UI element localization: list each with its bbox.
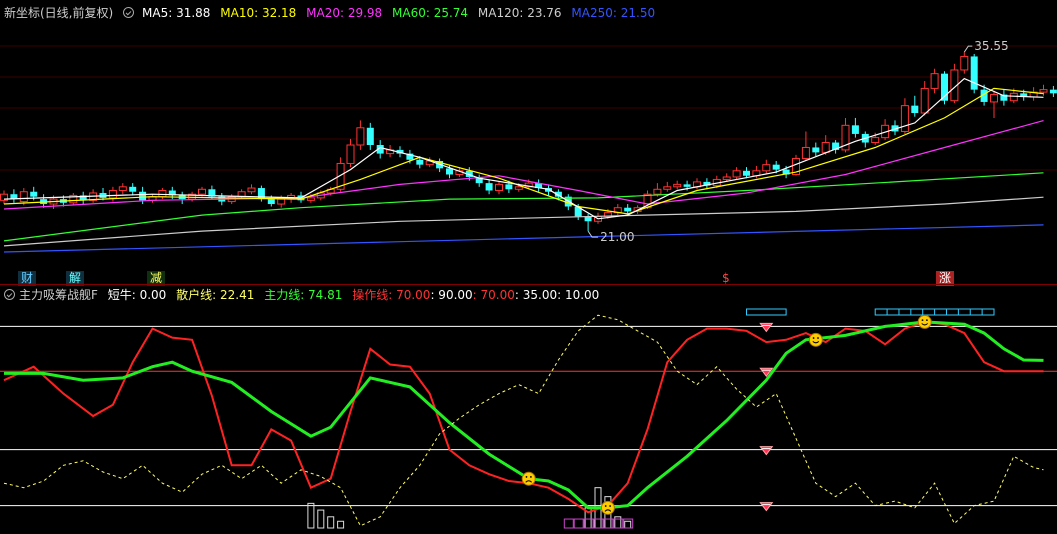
candle-body — [970, 56, 978, 90]
candle-body — [306, 197, 315, 201]
candle-body — [505, 184, 513, 190]
candle-body — [139, 191, 147, 201]
candle-body — [1039, 89, 1048, 93]
candle-body — [485, 183, 493, 191]
series-line-操作线 — [3, 320, 1044, 514]
candle-body — [118, 186, 127, 192]
candle-body — [158, 190, 167, 198]
settings-icon-lower[interactable] — [4, 289, 15, 300]
sad-face-icon-eye — [604, 505, 607, 507]
candle-body — [772, 164, 780, 170]
diamond-icon — [759, 502, 774, 512]
candle-body — [990, 94, 998, 103]
volume-bar — [624, 520, 632, 529]
sad-face-icon-eye — [609, 505, 611, 507]
candle-body — [743, 170, 750, 176]
candle-body — [812, 147, 820, 153]
candle-body — [762, 164, 771, 172]
high-pointer — [963, 45, 973, 53]
ma60-label: MA60: 25.74 — [392, 6, 469, 20]
bottom-header: 主力吸筹战舰F 短牛: 0.00 散户线: 22.41 主力线: 74.81 操… — [0, 286, 605, 304]
candle-body — [930, 73, 939, 89]
candle-body — [900, 105, 909, 132]
ma120-label: MA120: 23.76 — [477, 6, 562, 20]
pane-separator — [0, 284, 1057, 285]
candle-body — [277, 198, 286, 205]
candle-body — [514, 186, 523, 190]
settings-icon[interactable] — [123, 7, 135, 18]
ma250-label: MA250: 21.50 — [571, 6, 656, 20]
diamond-icon — [759, 322, 774, 333]
level-70-label: : 70.00 — [472, 288, 515, 302]
candle-body — [19, 191, 28, 203]
candle-body — [1049, 89, 1057, 94]
ma-line-ma250 — [3, 224, 1044, 253]
candle-body — [356, 127, 365, 146]
signal-box — [746, 308, 787, 316]
candle-body — [366, 127, 374, 145]
candle-body — [446, 168, 453, 175]
smile-face-icon-eye — [817, 337, 819, 339]
level-10-label: : 10.00 — [557, 288, 600, 302]
candle-body — [495, 183, 503, 192]
candle-body — [722, 176, 731, 180]
candle-body — [198, 188, 206, 195]
level-90-label: : 90.00 — [430, 288, 473, 302]
volume-bar — [327, 516, 335, 529]
chart-canvas: 35.55 21.00 — [0, 39, 1057, 529]
ma5-label: MA5: 31.88 — [142, 6, 211, 20]
zhuli-label: 主力线: 74.81 — [264, 288, 343, 302]
candle-body — [801, 146, 810, 160]
sad-face-icon-eye — [530, 476, 532, 478]
candle-body — [663, 186, 672, 190]
candle-body — [267, 199, 275, 205]
smile-face-icon-eye — [812, 337, 815, 339]
candle-body — [247, 187, 256, 193]
candle-body — [30, 191, 38, 197]
ma10-label: MA10: 32.18 — [220, 6, 297, 20]
candle-body — [960, 55, 969, 71]
candle-body — [346, 144, 355, 164]
sad-face-icon — [600, 500, 615, 515]
smile-face-icon — [808, 332, 823, 347]
candle-body — [416, 159, 424, 165]
duanniu-label: 短牛: 0.00 — [107, 288, 167, 302]
ma20-label: MA20: 29.98 — [306, 6, 383, 20]
low-price-label: 21.00 — [600, 230, 634, 244]
accumulation-bar — [573, 518, 584, 529]
smile-face-icon-eye — [926, 319, 928, 322]
top-title: 新坐标(日线,前复权) — [4, 6, 114, 20]
candle-body — [129, 186, 137, 192]
ma-line-ma5 — [3, 77, 1044, 220]
candle-body — [911, 105, 919, 114]
sad-face-icon-eye — [525, 476, 528, 478]
candle-body — [732, 170, 741, 178]
volume-bar — [614, 516, 622, 529]
sanhu-label: 散户线: 22.41 — [176, 288, 255, 302]
high-price-label: 35.55 — [974, 39, 1008, 53]
candle-body — [1009, 92, 1018, 102]
candle-body — [683, 184, 691, 187]
candle-body — [851, 125, 859, 134]
candle-body — [920, 87, 929, 114]
smile-face-icon-eye — [921, 319, 924, 322]
diamond-icon — [759, 446, 774, 456]
smile-face-icon — [917, 314, 932, 329]
candle-body — [673, 183, 682, 188]
volume-bar — [307, 502, 315, 529]
top-header: 新坐标(日线,前复权) MA5: 31.88 MA10: 32.18 MA20:… — [0, 4, 661, 22]
caozuo-label: 操作线: 70.00 — [352, 288, 431, 302]
sad-face-icon — [521, 471, 536, 486]
volume-bar — [317, 509, 325, 529]
candle-body — [624, 207, 632, 212]
level-35-label: : 35.00 — [514, 288, 558, 302]
bottom-title: 主力吸筹战舰F — [19, 288, 98, 302]
volume-bar — [337, 520, 345, 529]
accumulation-bar — [563, 518, 574, 529]
candle-body — [871, 137, 880, 144]
series-line-散户线 — [3, 314, 1044, 527]
candle-body — [821, 142, 830, 153]
candle-body — [108, 190, 117, 199]
candle-body — [653, 188, 662, 195]
